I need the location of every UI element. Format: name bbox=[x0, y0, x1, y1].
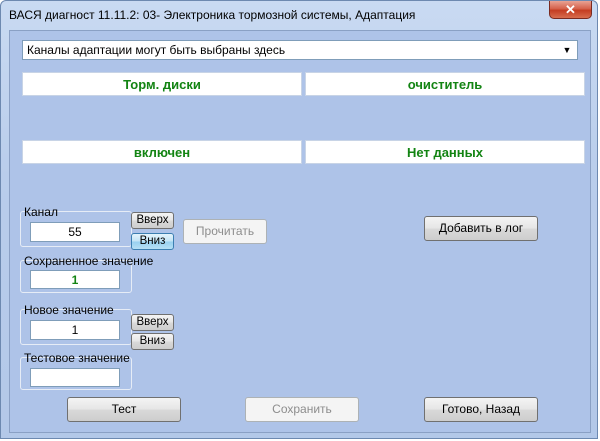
stored-value-field: 1 bbox=[30, 270, 120, 289]
read-button[interactable]: Прочитать bbox=[183, 219, 267, 244]
done-back-button[interactable]: Готово, Назад bbox=[424, 397, 538, 422]
info-field-bottom-right: Нет данных bbox=[305, 140, 585, 164]
close-button[interactable]: ✕ bbox=[549, 1, 592, 19]
channel-dropdown[interactable]: Каналы адаптации могут быть выбраны здес… bbox=[22, 40, 578, 60]
adaptation-panel: Каналы адаптации могут быть выбраны здес… bbox=[9, 30, 591, 433]
new-value-label: Новое значение bbox=[24, 303, 114, 317]
stored-value-label: Сохраненное значение bbox=[24, 254, 154, 268]
test-button[interactable]: Тест bbox=[67, 397, 181, 422]
save-button[interactable]: Сохранить bbox=[245, 397, 359, 422]
window-title: ВАСЯ диагност 11.11.2: 03- Электроника т… bbox=[9, 8, 416, 22]
channel-up-button[interactable]: Вверх bbox=[131, 212, 174, 229]
new-value-input[interactable]: 1 bbox=[30, 320, 120, 340]
channel-down-button[interactable]: Вниз bbox=[131, 233, 174, 250]
info-field-top-right: очиститель bbox=[305, 72, 585, 96]
channel-dropdown-value: Каналы адаптации могут быть выбраны здес… bbox=[27, 43, 286, 57]
info-field-top-left: Торм. диски bbox=[22, 72, 302, 96]
new-value-down-button[interactable]: Вниз bbox=[131, 333, 174, 350]
app-window: ВАСЯ диагност 11.11.2: 03- Электроника т… bbox=[0, 0, 598, 439]
close-icon: ✕ bbox=[565, 2, 576, 17]
channel-label: Канал bbox=[24, 205, 58, 219]
new-value-up-button[interactable]: Вверх bbox=[131, 314, 174, 331]
channel-input[interactable]: 55 bbox=[30, 222, 120, 242]
test-value-label: Тестовое значение bbox=[24, 351, 130, 365]
info-field-bottom-left: включен bbox=[22, 140, 302, 164]
chevron-down-icon: ▼ bbox=[562, 45, 572, 55]
add-to-log-button[interactable]: Добавить в лог bbox=[424, 216, 538, 241]
title-bar: ВАСЯ диагност 11.11.2: 03- Электроника т… bbox=[1, 1, 597, 29]
test-value-input[interactable] bbox=[30, 368, 120, 387]
